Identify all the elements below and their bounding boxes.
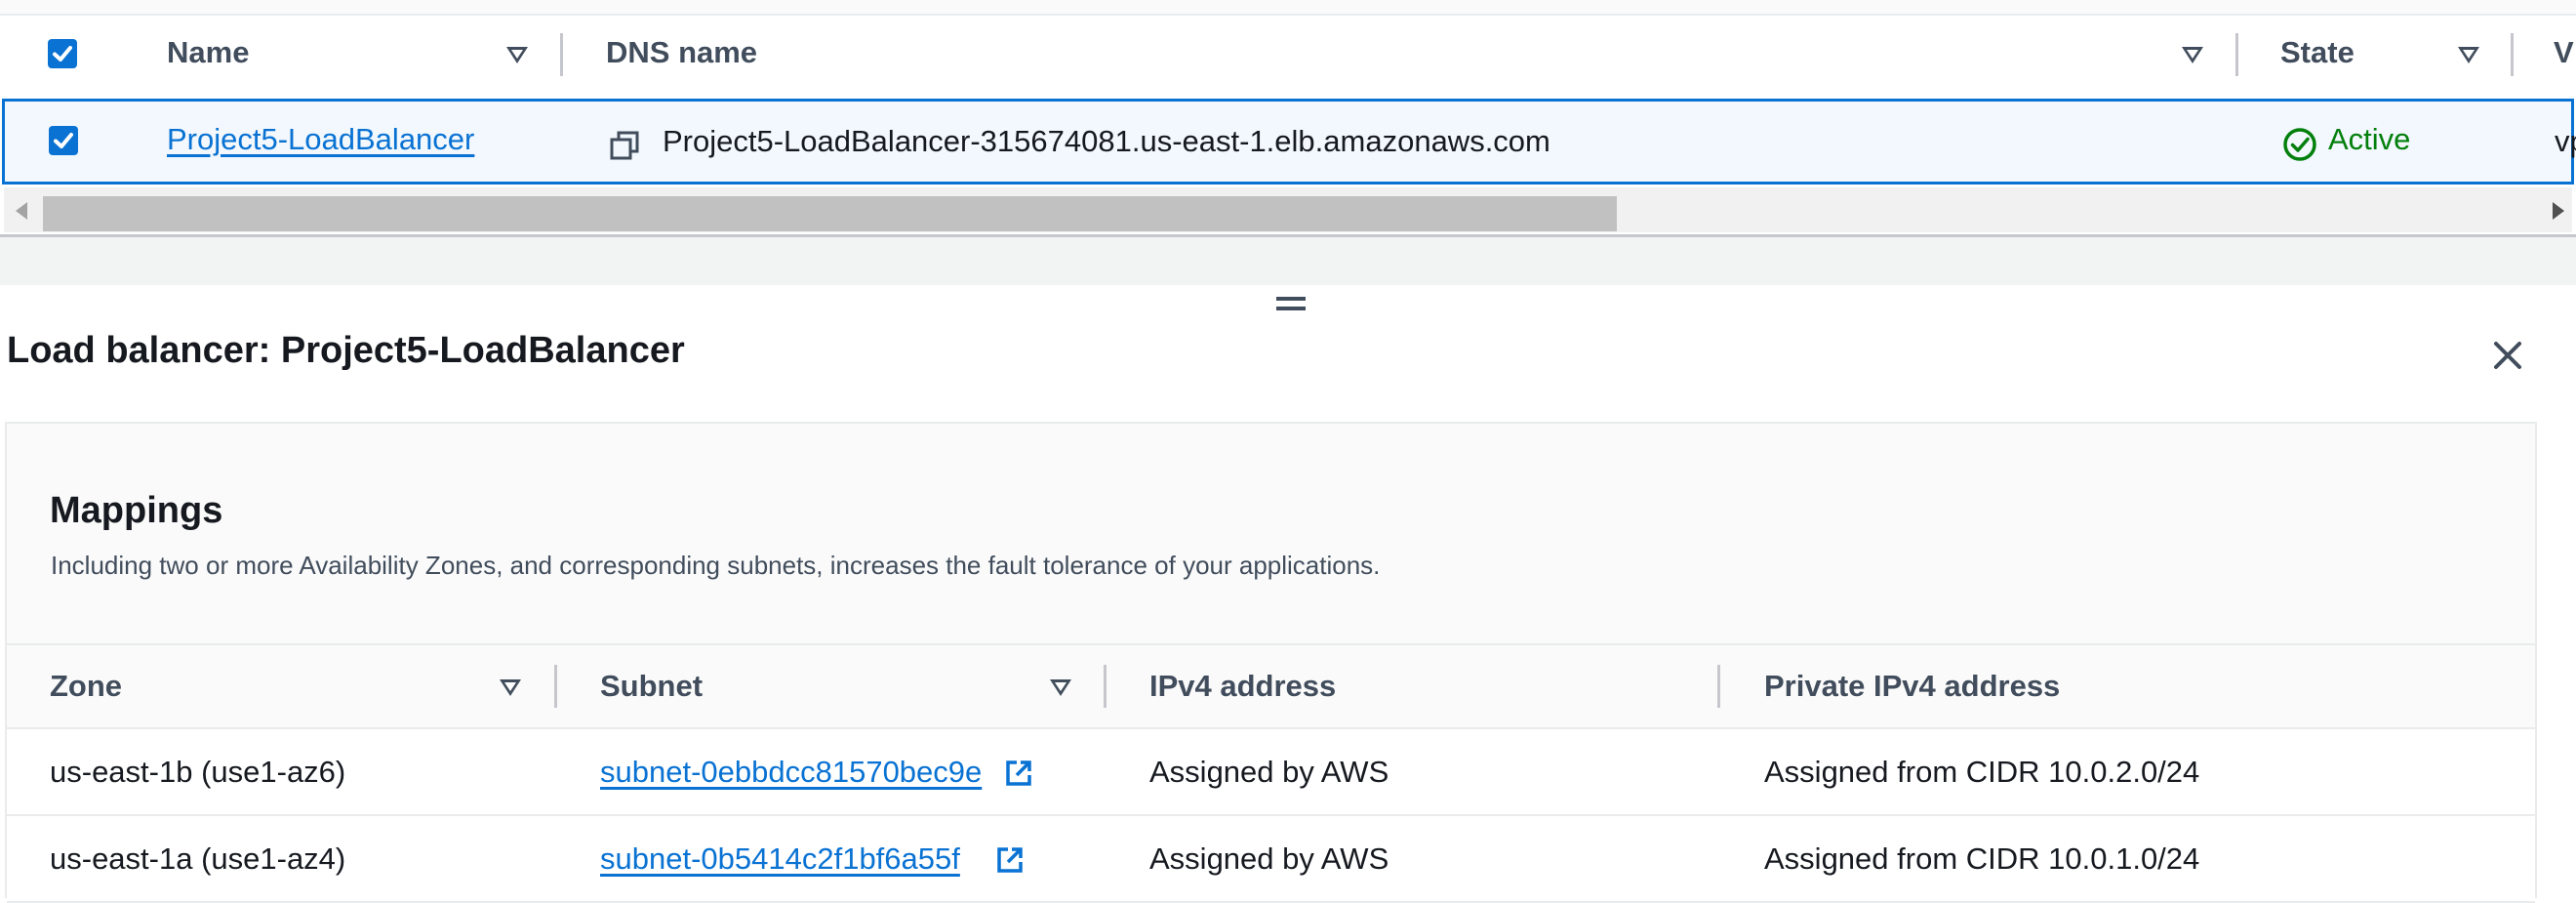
table-row: us-east-1a (use1-az4) subnet-0b5414c2f1b… — [7, 816, 2535, 903]
column-separator[interactable] — [2511, 33, 2514, 76]
table-row: us-east-1b (use1-az6) subnet-0ebbdcc8157… — [7, 729, 2535, 816]
external-link-icon[interactable] — [995, 845, 1025, 875]
scroll-left-arrow-icon[interactable] — [16, 202, 27, 220]
ipv4-value: Assigned by AWS — [1149, 841, 1389, 876]
zone-value: us-east-1a (use1-az4) — [50, 841, 346, 876]
split-panel: Load balancer: Project5-LoadBalancer Map… — [0, 285, 2576, 903]
status-success-icon — [2282, 127, 2317, 162]
table-row[interactable]: Project5-LoadBalancer Project5-LoadBalan… — [2, 99, 2576, 185]
column-header-private-ipv4[interactable]: Private IPv4 address — [1764, 669, 2060, 704]
dns-filter-icon[interactable] — [2182, 47, 2203, 63]
load-balancer-name-link[interactable]: Project5-LoadBalancer — [167, 122, 474, 157]
mappings-container: Mappings Including two or more Availabil… — [5, 422, 2537, 903]
mappings-heading: Mappings — [50, 490, 223, 531]
state-value: Active — [2328, 122, 2411, 156]
column-separator[interactable] — [1104, 665, 1107, 708]
column-separator[interactable] — [554, 665, 557, 708]
name-filter-icon[interactable] — [506, 47, 528, 63]
column-header-zone[interactable]: Zone — [50, 669, 122, 704]
vpc-value-partial: vp — [2555, 124, 2576, 158]
column-separator[interactable] — [560, 33, 563, 76]
split-panel-title: Load balancer: Project5-LoadBalancer — [7, 330, 685, 371]
copy-icon[interactable] — [609, 130, 640, 161]
column-separator[interactable] — [2235, 33, 2238, 76]
dns-name-value: Project5-LoadBalancer-315674081.us-east-… — [663, 124, 1550, 158]
column-header-name[interactable]: Name — [167, 35, 249, 70]
drag-handle-icon[interactable] — [1276, 297, 1306, 312]
mappings-table-header: Zone Subnet IPv4 address Private IPv4 ad… — [7, 643, 2535, 729]
state-filter-icon[interactable] — [2458, 47, 2479, 63]
horizontal-scrollbar[interactable] — [4, 187, 2572, 232]
column-header-vpc-partial[interactable]: V — [2554, 35, 2574, 70]
subnet-link[interactable]: subnet-0b5414c2f1bf6a55f — [600, 841, 960, 877]
table-footer-band — [0, 234, 2576, 288]
column-header-subnet[interactable]: Subnet — [600, 669, 703, 704]
column-header-ipv4[interactable]: IPv4 address — [1149, 669, 1336, 704]
zone-filter-icon[interactable] — [500, 679, 521, 696]
close-icon[interactable] — [2486, 334, 2529, 377]
row-checkbox[interactable] — [49, 126, 78, 155]
mappings-description: Including two or more Availability Zones… — [51, 551, 1381, 580]
scroll-right-arrow-icon[interactable] — [2553, 202, 2564, 220]
subnet-link[interactable]: subnet-0ebbdcc81570bec9e — [600, 755, 982, 790]
scroll-thumb[interactable] — [43, 196, 1617, 231]
load-balancer-table: Name DNS name State V Project5-LoadBalan… — [0, 0, 2576, 288]
column-header-dns-name[interactable]: DNS name — [606, 35, 757, 70]
external-link-icon[interactable] — [1004, 759, 1033, 788]
column-header-state[interactable]: State — [2280, 35, 2355, 70]
select-all-checkbox[interactable] — [48, 39, 77, 68]
ipv4-value: Assigned by AWS — [1149, 755, 1389, 789]
table-header-row: Name DNS name State V — [0, 14, 2576, 99]
private-ipv4-value: Assigned from CIDR 10.0.2.0/24 — [1764, 755, 2200, 789]
subnet-filter-icon[interactable] — [1050, 679, 1071, 696]
column-separator[interactable] — [1717, 665, 1720, 708]
private-ipv4-value: Assigned from CIDR 10.0.1.0/24 — [1764, 841, 2200, 876]
zone-value: us-east-1b (use1-az6) — [50, 755, 346, 789]
